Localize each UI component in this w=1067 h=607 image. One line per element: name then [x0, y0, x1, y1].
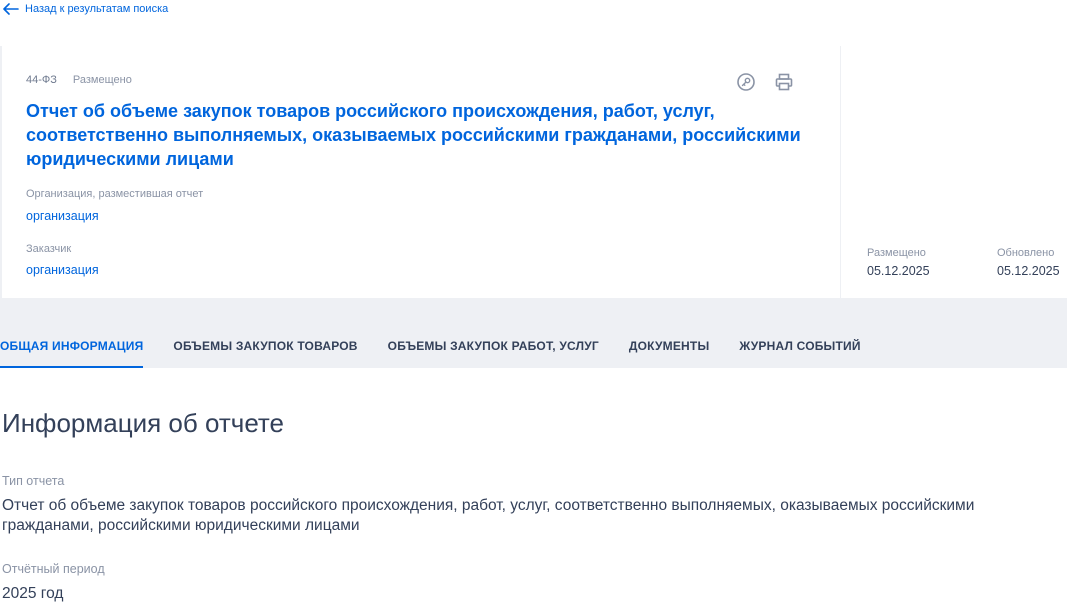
report-type-label: Тип отчета — [2, 474, 65, 488]
report-title[interactable]: Отчет об объеме закупок товаров российск… — [26, 99, 826, 171]
print-icon[interactable] — [773, 71, 795, 93]
status-badge: Размещено — [72, 74, 132, 86]
dates-card: Размещено 05.12.2025 Обновлено 05.12.202… — [841, 46, 1067, 298]
org-label: Организация, разместившая отчет — [26, 188, 204, 200]
tab-documents[interactable]: ДОКУМЕНТЫ — [629, 326, 710, 368]
card-meta: 44-ФЗ Размещено — [26, 74, 132, 86]
posted-label: Размещено — [867, 247, 926, 259]
tab-bar: ОБЩАЯ ИНФОРМАЦИЯ ОБЪЕМЫ ЗАКУПОК ТОВАРОВ … — [0, 326, 891, 368]
card-actions — [735, 71, 795, 93]
updated-label: Обновлено — [997, 247, 1055, 259]
posted-date: 05.12.2025 — [867, 264, 930, 278]
tab-event-log[interactable]: ЖУРНАЛ СОБЫТИЙ — [739, 326, 860, 368]
tab-goods-volumes[interactable]: ОБЪЕМЫ ЗАКУПОК ТОВАРОВ — [173, 326, 357, 368]
period-value: 2025 год — [2, 585, 64, 602]
section-title: Информация об отчете — [2, 408, 285, 438]
report-type-value: Отчет об объеме закупок товаров российск… — [2, 497, 975, 534]
arrow-left-icon — [3, 3, 19, 15]
tab-general-info[interactable]: ОБЩАЯ ИНФОРМАЦИЯ — [0, 326, 144, 368]
customer-label: Заказчик — [26, 243, 72, 255]
updated-date: 05.12.2025 — [997, 264, 1060, 278]
org-link[interactable]: организация — [26, 209, 99, 223]
posted-date-block: Размещено 05.12.2025 — [867, 247, 930, 278]
report-card: 44-ФЗ Размещено Отчет об объеме закупок … — [2, 46, 840, 298]
updated-date-block: Обновлено 05.12.2025 — [997, 247, 1060, 278]
back-link-label: Назад к результатам поиска — [25, 3, 169, 15]
key-icon[interactable] — [735, 71, 757, 93]
law-badge: 44-ФЗ — [26, 74, 57, 86]
period-label: Отчётный период — [2, 562, 105, 576]
top-bar: Назад к результатам поиска — [0, 0, 1067, 46]
back-to-search-link[interactable]: Назад к результатам поиска — [3, 3, 168, 15]
customer-link[interactable]: организация — [26, 263, 99, 277]
tab-works-services-volumes[interactable]: ОБЪЕМЫ ЗАКУПОК РАБОТ, УСЛУГ — [388, 326, 599, 368]
